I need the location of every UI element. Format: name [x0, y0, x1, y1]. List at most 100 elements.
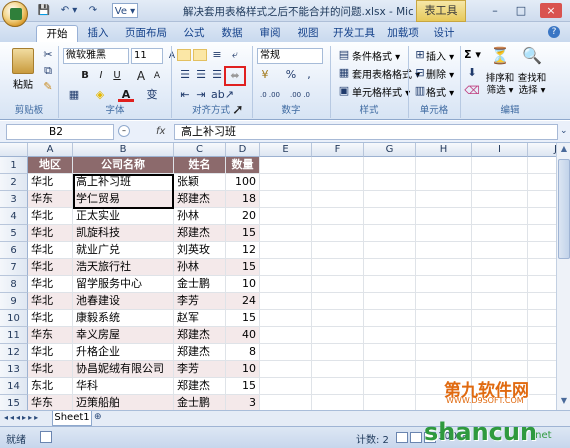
tab-formulas[interactable]: 公式	[176, 25, 212, 42]
align-middle-icon[interactable]	[193, 49, 207, 61]
tab-design[interactable]: 设计	[426, 25, 462, 42]
tab-data[interactable]: 数据	[214, 25, 250, 42]
company-cell[interactable]: 正太实业	[73, 208, 174, 225]
empty-cell[interactable]	[364, 225, 416, 242]
company-cell[interactable]: 幸义房屋	[73, 327, 174, 344]
find-select-label-2[interactable]: 选择 ▾	[514, 82, 550, 96]
empty-cell[interactable]	[528, 361, 556, 378]
empty-cell[interactable]	[416, 344, 472, 361]
empty-cell[interactable]	[528, 378, 556, 395]
empty-cell[interactable]	[472, 344, 528, 361]
empty-cell[interactable]	[472, 259, 528, 276]
fill-color-icon[interactable]: ◈	[92, 88, 108, 102]
empty-cell[interactable]	[416, 208, 472, 225]
company-cell[interactable]: 迈策船舶	[73, 395, 174, 410]
fill-icon[interactable]: ⬇	[464, 66, 480, 80]
row-header[interactable]: 15	[0, 395, 28, 410]
empty-cell[interactable]	[364, 259, 416, 276]
empty-cell[interactable]	[312, 174, 364, 191]
insert-function-button[interactable]: fx	[156, 124, 170, 140]
vertical-scrollbar[interactable]: ▲ ▼	[556, 143, 570, 410]
column-header[interactable]: C	[174, 143, 226, 157]
cell-styles-icon[interactable]: ▣	[336, 84, 352, 98]
empty-cell[interactable]	[472, 242, 528, 259]
expand-formula-icon[interactable]: ⌄	[560, 126, 568, 136]
empty-cell[interactable]	[528, 310, 556, 327]
empty-cell[interactable]	[416, 157, 472, 174]
table-cell[interactable]: 18	[226, 191, 260, 208]
underline-button[interactable]: U	[110, 68, 124, 84]
empty-cell[interactable]	[472, 310, 528, 327]
table-cell[interactable]: 张颖	[174, 174, 226, 191]
table-cell[interactable]: 郑建杰	[174, 191, 226, 208]
currency-icon[interactable]: ¥	[257, 68, 273, 82]
conditional-format-button[interactable]: 条件格式 ▾	[352, 48, 412, 63]
bold-button[interactable]: B	[78, 68, 92, 84]
table-cell[interactable]: 孙林	[174, 208, 226, 225]
company-cell[interactable]: 学仁贸易	[73, 191, 174, 208]
row-header[interactable]: 14	[0, 378, 28, 395]
table-cell[interactable]: 3	[226, 395, 260, 410]
empty-cell[interactable]	[260, 293, 312, 310]
table-cell[interactable]: 华北	[28, 293, 73, 310]
empty-cell[interactable]	[472, 293, 528, 310]
empty-cell[interactable]	[364, 208, 416, 225]
close-button[interactable]: ×	[540, 3, 562, 18]
table-cell[interactable]: 华北	[28, 259, 73, 276]
company-cell[interactable]: 浩天旅行社	[73, 259, 174, 276]
save-icon[interactable]: 💾	[36, 3, 52, 18]
table-cell[interactable]: 华北	[28, 344, 73, 361]
empty-cell[interactable]	[312, 310, 364, 327]
table-header-cell[interactable]: 地区	[28, 157, 73, 174]
empty-cell[interactable]	[364, 191, 416, 208]
office-button[interactable]	[2, 1, 28, 27]
decrease-indent-icon[interactable]: ⇤	[177, 88, 193, 102]
table-cell[interactable]: 100	[226, 174, 260, 191]
empty-cell[interactable]	[416, 293, 472, 310]
sort-filter-label-2[interactable]: 筛选 ▾	[482, 82, 518, 96]
empty-cell[interactable]	[260, 310, 312, 327]
column-header[interactable]: B	[73, 143, 174, 157]
empty-cell[interactable]	[364, 344, 416, 361]
empty-cell[interactable]	[528, 344, 556, 361]
empty-cell[interactable]	[260, 208, 312, 225]
empty-cell[interactable]	[312, 276, 364, 293]
empty-cell[interactable]	[260, 225, 312, 242]
table-cell[interactable]: 华东	[28, 395, 73, 410]
empty-cell[interactable]	[416, 327, 472, 344]
company-cell[interactable]: 协昌妮绒有限公司	[73, 361, 174, 378]
row-header[interactable]: 2	[0, 174, 28, 191]
empty-cell[interactable]	[416, 276, 472, 293]
tab-page-layout[interactable]: 页面布局	[118, 25, 174, 42]
cell-styles-button[interactable]: 单元格样式 ▾	[352, 84, 416, 99]
row-header[interactable]: 5	[0, 225, 28, 242]
font-color-button[interactable]: A	[118, 88, 134, 102]
conditional-format-icon[interactable]: ▤	[336, 48, 352, 62]
empty-cell[interactable]	[364, 327, 416, 344]
empty-cell[interactable]	[312, 242, 364, 259]
align-right-icon[interactable]: ☰	[209, 68, 225, 82]
number-format-select[interactable]: 常规	[257, 48, 323, 64]
normal-view-icon[interactable]	[396, 432, 408, 443]
macro-record-icon[interactable]	[40, 431, 52, 443]
wrap-text-icon[interactable]: ⤶	[227, 48, 243, 62]
empty-cell[interactable]	[472, 208, 528, 225]
increase-decimal-icon[interactable]: .0 .00	[257, 88, 283, 102]
table-header-cell[interactable]: 数量	[226, 157, 260, 174]
empty-cell[interactable]	[416, 259, 472, 276]
paste-button[interactable]: 粘贴	[10, 76, 36, 91]
empty-cell[interactable]	[312, 327, 364, 344]
empty-cell[interactable]	[416, 191, 472, 208]
table-cell[interactable]: 12	[226, 242, 260, 259]
table-cell[interactable]: 郑建杰	[174, 327, 226, 344]
delete-cells-button[interactable]: 删除 ▾	[426, 66, 458, 81]
empty-cell[interactable]	[312, 344, 364, 361]
column-header[interactable]: I	[472, 143, 528, 157]
empty-cell[interactable]	[472, 191, 528, 208]
row-header[interactable]: 11	[0, 327, 28, 344]
select-all-corner[interactable]	[0, 143, 28, 157]
table-cell[interactable]: 15	[226, 259, 260, 276]
empty-cell[interactable]	[528, 242, 556, 259]
empty-cell[interactable]	[364, 174, 416, 191]
empty-cell[interactable]	[260, 361, 312, 378]
